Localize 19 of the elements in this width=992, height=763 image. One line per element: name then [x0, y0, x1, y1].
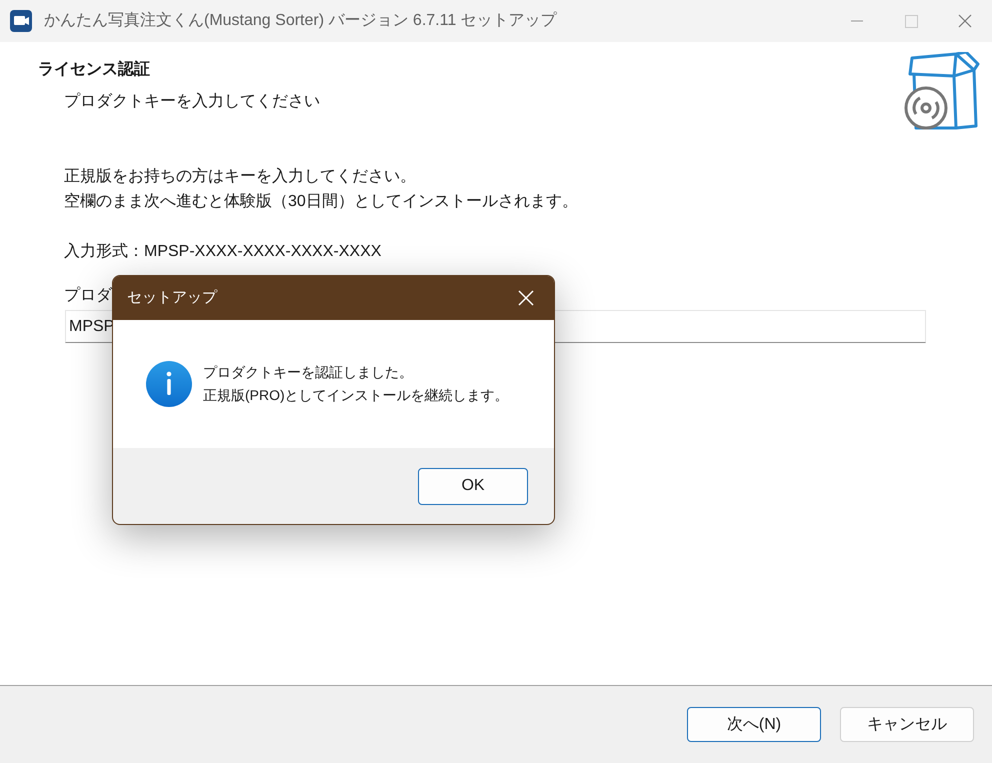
format-text: 入力形式：MPSP-XXXX-XXXX-XXXX-XXXX	[64, 242, 382, 262]
next-button[interactable]: 次へ(N)	[687, 707, 821, 742]
maximize-icon	[904, 14, 918, 28]
field-label: プロダ	[64, 286, 112, 306]
dialog-message: プロダクトキーを認証しました。	[203, 363, 413, 382]
ok-button[interactable]: OK	[418, 468, 528, 504]
page-subtitle: プロダクトキーを入力してください	[64, 92, 320, 112]
close-icon	[958, 14, 972, 28]
close-icon	[518, 290, 534, 306]
instruction-text: 正規版をお持ちの方はキーを入力してください。	[64, 166, 416, 187]
dialog-title: セットアップ	[127, 288, 217, 308]
app-icon	[10, 10, 32, 32]
minimize-icon	[851, 20, 863, 22]
window-title: かんたん写真注文くん(Mustang Sorter) バージョン 6.7.11 セットアップ	[44, 10, 557, 31]
dialog-message: 正規版(PRO)としてインストールを継続します。	[203, 386, 509, 405]
page-title: ライセンス認証	[38, 59, 150, 80]
info-icon	[145, 360, 193, 408]
cancel-button[interactable]: キャンセル	[840, 707, 974, 742]
instruction-text: 空欄のまま次へ進むと体験版（30日間）としてインストールされます。	[64, 192, 578, 212]
